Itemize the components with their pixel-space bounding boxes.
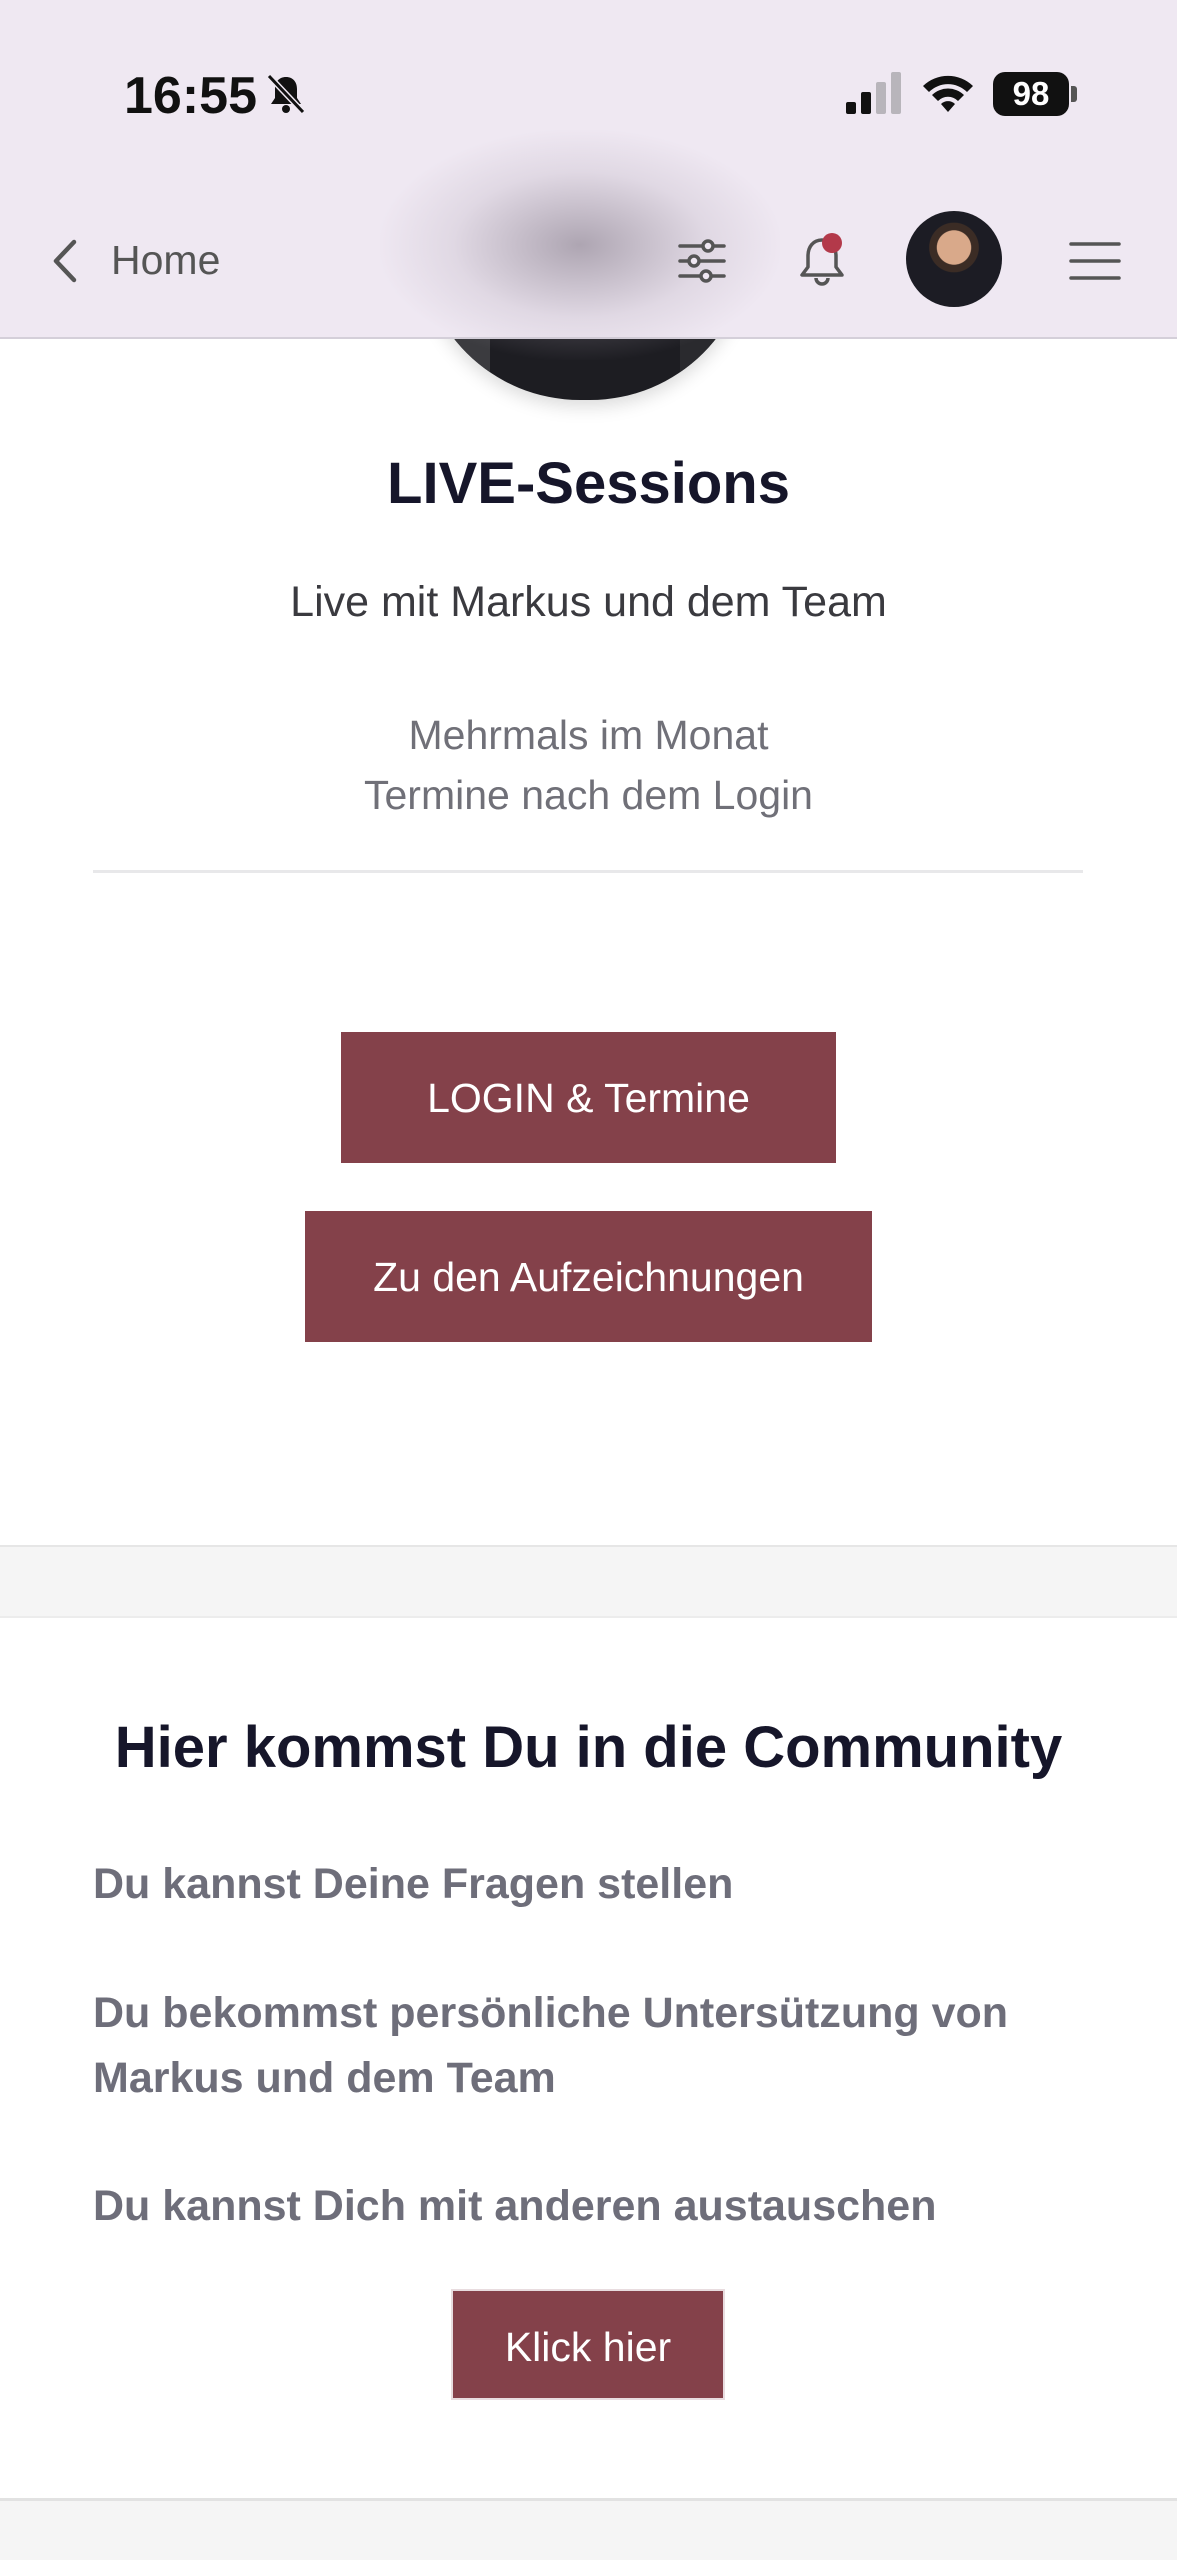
battery-tip: [1071, 86, 1077, 102]
bell-off-icon: [266, 73, 306, 115]
divider: [93, 870, 1083, 873]
status-time: 16:55: [124, 67, 257, 125]
back-chevron-icon[interactable]: [48, 236, 82, 286]
wifi-icon: [923, 75, 973, 112]
signal-icon: [846, 72, 901, 114]
bell-icon[interactable]: [794, 228, 854, 290]
menu-icon[interactable]: [1068, 240, 1122, 282]
notification-dot: [822, 233, 842, 253]
live-sessions-title: LIVE-Sessions: [387, 451, 790, 516]
live-sessions-info: Mehrmals im Monat Termine nach dem Login: [0, 705, 1177, 825]
back-label[interactable]: Home: [111, 237, 220, 284]
community-cta-button[interactable]: Klick hier: [451, 2289, 725, 2400]
avatar[interactable]: [906, 211, 1002, 307]
recordings-button[interactable]: Zu den Aufzeichnungen: [305, 1211, 872, 1342]
info-line-1: Mehrmals im Monat: [408, 712, 769, 758]
info-line-2: Termine nach dem Login: [364, 772, 813, 818]
feature-item: Du kannst Dich mit anderen austauschen: [93, 2182, 937, 2230]
community-title: Hier kommst Du in die Community: [114, 1715, 1063, 1780]
battery-icon: 98: [993, 72, 1069, 116]
top-bar: 16:55 98 Home: [0, 0, 1177, 360]
filter-icon[interactable]: [676, 236, 728, 286]
feature-item: Du bekommst persönliche Untersützung von…: [93, 1989, 1009, 2102]
login-button[interactable]: LOGIN & Termine: [341, 1032, 836, 1163]
live-sessions-subtitle: Live mit Markus und dem Team: [290, 578, 887, 626]
feature-item: Du kannst Deine Fragen stellen: [93, 1860, 734, 1908]
